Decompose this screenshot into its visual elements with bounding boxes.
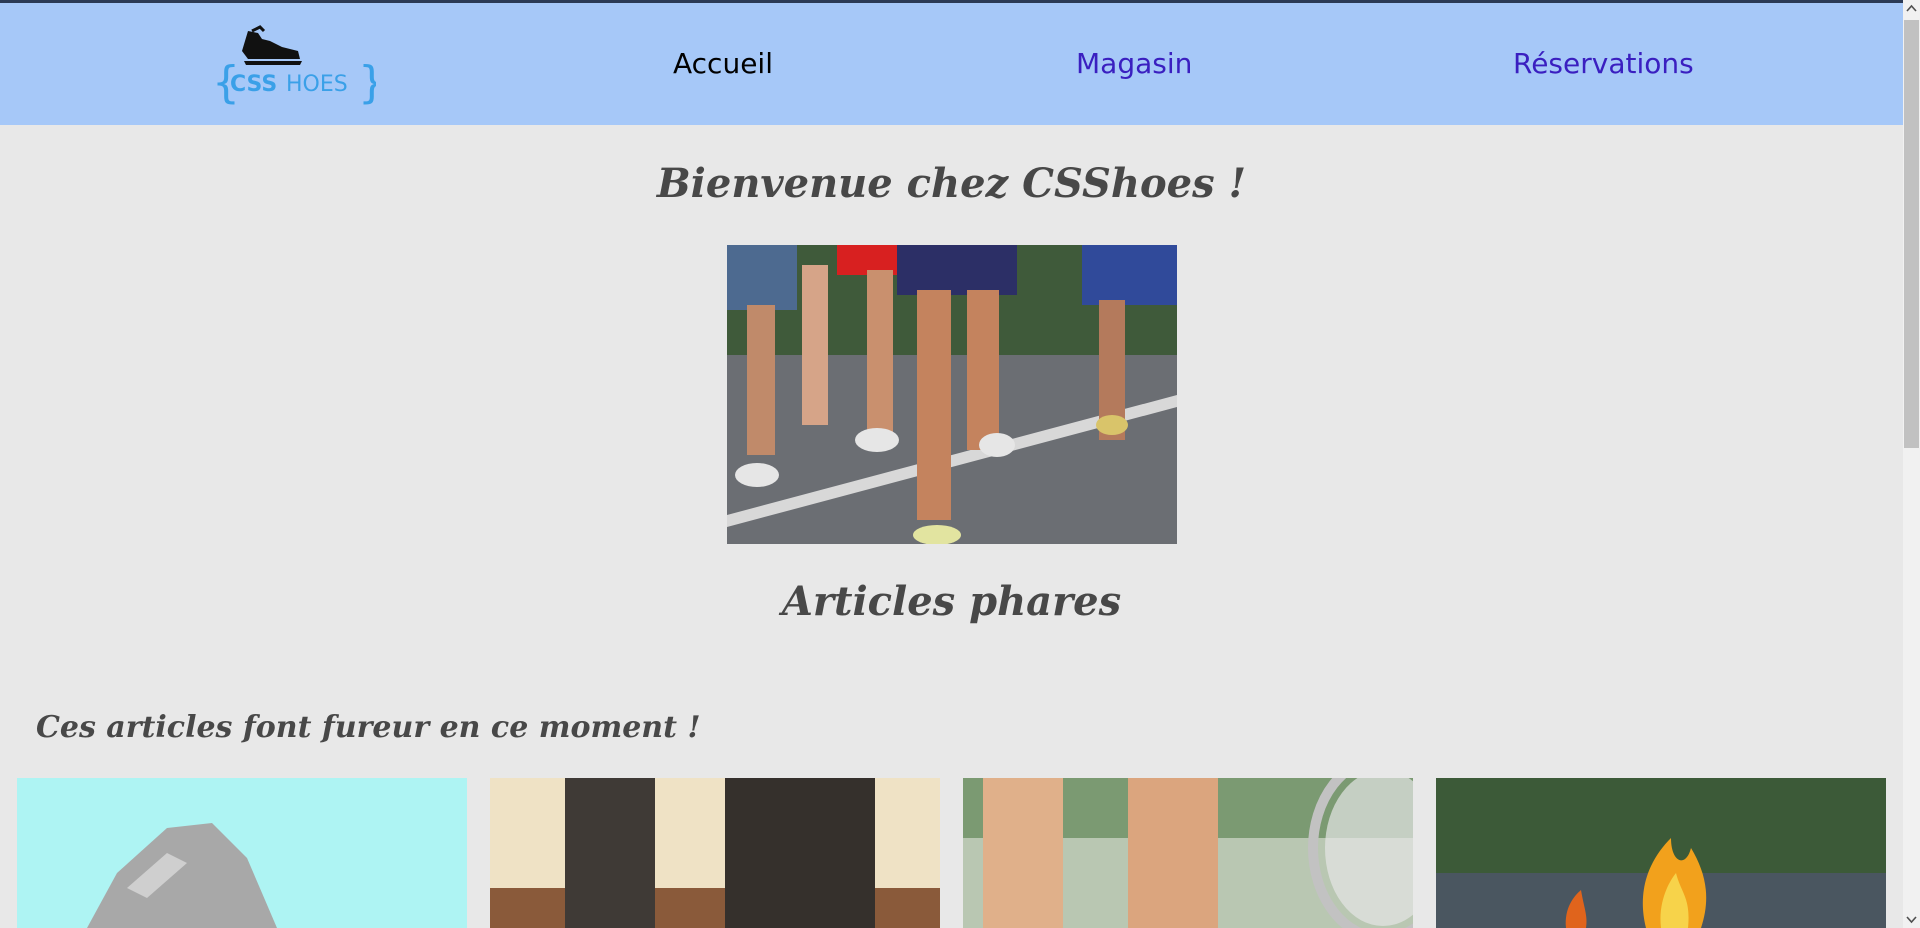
- product-card-tennis[interactable]: [963, 778, 1413, 928]
- svg-text:HOES: HOES: [286, 72, 348, 97]
- nav-link-shop[interactable]: Magasin: [1076, 47, 1192, 80]
- chevron-down-icon[interactable]: [1903, 911, 1920, 928]
- featured-title: Articles phares: [781, 578, 1122, 625]
- trending-subtitle: Ces articles font fureur en ce moment !: [36, 710, 701, 745]
- nav-link-reservations[interactable]: Réservations: [1513, 47, 1694, 80]
- product-card-leather-shoes[interactable]: [490, 778, 940, 928]
- logo-shoe-icon: { } CSS HOES: [212, 25, 386, 108]
- navbar: { } CSS HOES Accueil Magasin Réservation…: [0, 3, 1903, 125]
- site-logo[interactable]: { } CSS HOES: [208, 21, 386, 108]
- svg-text:}: }: [358, 57, 376, 105]
- product-card-fire[interactable]: [1436, 778, 1886, 928]
- welcome-title: Bienvenue chez CSShoes !: [656, 160, 1247, 207]
- scrollbar-thumb[interactable]: [1904, 20, 1919, 448]
- product-card-grey-sneaker[interactable]: [17, 778, 467, 928]
- hero-image-runners: [727, 245, 1177, 544]
- chevron-up-icon[interactable]: [1903, 0, 1920, 17]
- nav-link-home[interactable]: Accueil: [673, 47, 773, 80]
- svg-text:CSS: CSS: [230, 72, 277, 97]
